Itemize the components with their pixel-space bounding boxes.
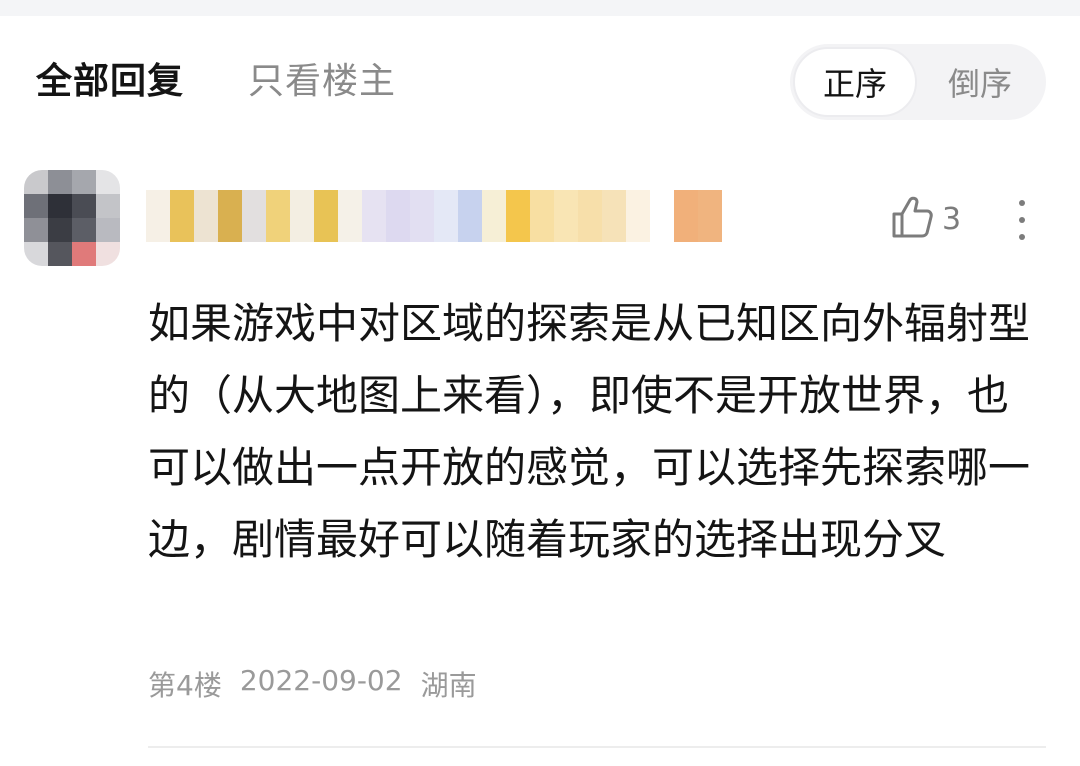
thumbs-up-icon xyxy=(890,194,934,244)
reply-date: 2022-09-02 xyxy=(239,664,403,697)
like-count: 3 xyxy=(942,201,962,237)
tab-op-only[interactable]: 只看楼主 xyxy=(248,52,396,104)
reply-content: 如果游戏中对区域的探索是从已知区向外辐射型的（从大地图上来看），即使不是开放世界… xyxy=(148,299,1031,564)
sort-descending-button[interactable]: 倒序 xyxy=(918,47,1042,117)
reply-meta: 第4楼 2022-09-02 湖南 xyxy=(148,664,495,704)
reply-location: 湖南 xyxy=(420,669,477,702)
reply-tabs: 全部回复 只看楼主 xyxy=(36,52,396,104)
divider xyxy=(148,746,1046,748)
top-strip xyxy=(0,0,1080,16)
tab-all-replies[interactable]: 全部回复 xyxy=(36,52,184,104)
floor-number: 第4楼 xyxy=(148,669,222,702)
username-blurred[interactable] xyxy=(146,190,746,242)
avatar[interactable] xyxy=(24,170,120,266)
more-vertical-icon[interactable] xyxy=(1010,198,1034,242)
like-button[interactable]: 3 xyxy=(890,194,961,244)
sort-ascending-button[interactable]: 正序 xyxy=(793,47,917,117)
sort-toggle: 正序 倒序 xyxy=(790,44,1046,120)
